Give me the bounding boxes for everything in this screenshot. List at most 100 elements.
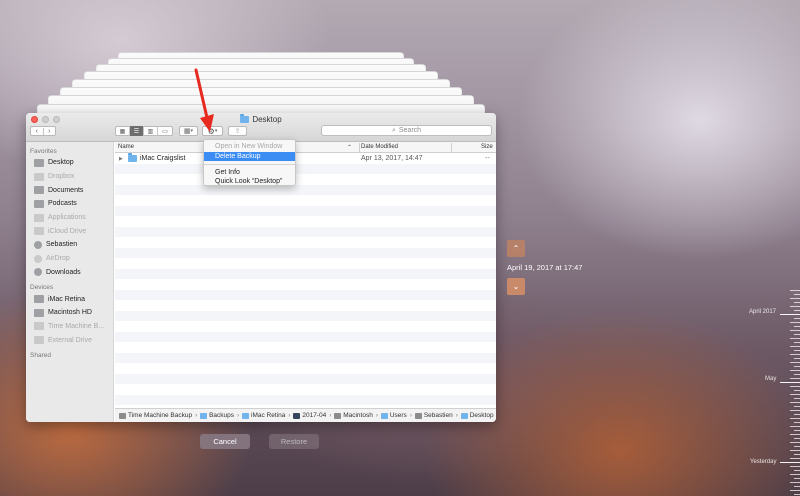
shared-heading: Shared (30, 351, 51, 359)
older-backup-button[interactable]: ⌃ (507, 240, 525, 257)
sidebar-item-sebastien[interactable]: Sebastien (26, 238, 113, 252)
sidebar-item-podcasts[interactable]: Podcasts (26, 197, 113, 211)
timeline-tick (790, 482, 800, 483)
sidebar-item-label: External Drive (48, 336, 92, 344)
annotation-arrow-icon (194, 68, 214, 132)
path-segment[interactable]: Backups (200, 412, 234, 419)
newer-backup-button[interactable]: ⌄ (507, 278, 525, 295)
sidebar-item-applications[interactable]: Applications (26, 211, 113, 225)
empty-row (115, 310, 496, 321)
cover-flow-icon[interactable]: ▭ (158, 126, 172, 136)
sidebar-item-label: AirDrop (46, 255, 70, 263)
path-segment[interactable]: Users (380, 412, 407, 419)
chevron-right-icon[interactable]: › (44, 128, 56, 135)
folder-icon (460, 412, 468, 419)
sidebar-item-icloud-drive[interactable]: iCloud Drive (26, 224, 113, 238)
sidebar-item-label: Dropbox (48, 173, 75, 181)
empty-row (115, 184, 496, 195)
timeline-label-april[interactable]: April 2017 (749, 309, 776, 315)
path-segment[interactable]: Macintosh (334, 412, 373, 419)
size-column-header[interactable]: Size (481, 144, 493, 150)
imac-icon (34, 295, 44, 304)
path-segment[interactable]: Desktop (460, 412, 494, 419)
sidebar-item-imac-retina[interactable]: iMac Retina (26, 292, 113, 306)
folder-icon (34, 199, 44, 208)
chevron-left-icon[interactable]: ‹ (31, 127, 44, 135)
menu-item-quick-look[interactable]: Quick Look “Desktop” (204, 177, 295, 187)
restore-button[interactable]: Restore (269, 434, 319, 449)
sidebar-item-label: Sebastien (46, 241, 78, 249)
timeline-tick (794, 294, 800, 295)
file-name: iMac Craigslist (140, 154, 186, 162)
menu-item-open-in-new-window: Open in New Window (215, 143, 283, 150)
favorites-heading: Favorites (30, 148, 57, 155)
path-segment-label: Macintosh (343, 412, 373, 419)
timeline-tick (790, 490, 800, 491)
empty-row (115, 247, 496, 258)
timeline-tick (790, 418, 800, 419)
menu-item-delete-backup[interactable]: Delete Backup (204, 151, 295, 161)
search-icon: ⌕ (391, 126, 396, 134)
sidebar: Favorites Desktop Dropbox Documents Podcast… (26, 142, 114, 422)
file-date: Apr 13, 2017, 14:47 (361, 154, 423, 162)
path-segment-label: Desktop (469, 412, 494, 419)
timeline-tick (790, 434, 800, 435)
timeline-tick (790, 442, 800, 443)
timeline-tick (794, 390, 800, 391)
timeline-tick (794, 310, 800, 311)
timeline-label-may[interactable]: May (765, 376, 776, 382)
sidebar-item-airdrop[interactable]: AirDrop (26, 252, 113, 266)
timeline-tick (790, 450, 800, 451)
sidebar-item-label: Macintosh HD (48, 309, 92, 317)
timeline-tick (790, 394, 800, 395)
name-column-header[interactable]: Name (118, 144, 134, 150)
sidebar-item-documents[interactable]: Documents (26, 183, 113, 197)
path-segment[interactable]: Sebastien (414, 412, 453, 419)
icon-view-icon[interactable]: ▦ (116, 126, 130, 136)
list-view-icon[interactable]: ☰ (130, 126, 144, 136)
cancel-button[interactable]: Cancel (200, 434, 250, 449)
column-header: Name ⌃ Date Modified Size (115, 142, 496, 153)
date-modified-column-header[interactable]: Date Modified (361, 144, 398, 150)
sidebar-item-label: Applications (48, 214, 86, 222)
back-forward-control: ‹ › (30, 126, 56, 136)
backup-timeline[interactable] (780, 290, 800, 496)
menu-separator (204, 164, 295, 165)
timeline-tick (780, 462, 800, 463)
path-segment-label: Time Machine Backup (128, 412, 193, 419)
timeline-tick (790, 354, 800, 355)
column-view-icon[interactable]: ▥ (144, 126, 158, 136)
view-mode-control: ▦ ☰ ▥ ▭ (115, 126, 173, 136)
timeline-label-yesterday[interactable]: Yesterday (750, 459, 776, 465)
path-segment[interactable]: 2017-04 (293, 412, 326, 419)
timeline-tick (794, 478, 800, 479)
empty-row (115, 258, 496, 269)
timeline-tick (794, 350, 800, 351)
hard-drive-icon (34, 308, 44, 317)
path-segment[interactable]: iMac Retina (242, 412, 285, 419)
timeline-tick (794, 326, 800, 327)
home-icon (34, 240, 42, 249)
sidebar-item-external-drive[interactable]: External Drive (26, 333, 113, 347)
sidebar-item-desktop[interactable]: Desktop (26, 156, 113, 170)
title-bar: Desktop ‹ › ▦ ☰ ▥ ▭ ▦ ▾ ⚙ ▾ ⇪ ⌕ Search (26, 113, 496, 142)
sidebar-item-time-machine-b[interactable]: Time Machine B... (26, 320, 113, 334)
sidebar-item-dropbox[interactable]: Dropbox (26, 170, 113, 184)
timeline-tick (794, 374, 800, 375)
empty-row (115, 268, 496, 279)
sidebar-item-macintosh-hd[interactable]: Macintosh HD (26, 306, 113, 320)
file-rows: ▶ iMac Craigslist Apr 13, 2017, 14:47 -- (115, 153, 496, 407)
timeline-tick (794, 454, 800, 455)
path-separator-icon: › (329, 412, 332, 419)
path-segment[interactable]: Time Machine Backup (119, 412, 192, 419)
disclosure-triangle-icon[interactable]: ▶ (119, 156, 123, 162)
chevron-down-icon: ⌄ (512, 282, 520, 291)
grid-icon: ▦ (183, 128, 191, 135)
table-row[interactable]: ▶ iMac Craigslist Apr 13, 2017, 14:47 -- (115, 153, 496, 164)
share-button[interactable]: ⇪ (228, 126, 247, 136)
search-field[interactable]: ⌕ Search (321, 125, 492, 136)
menu-item-get-info[interactable]: Get Info (204, 168, 295, 178)
path-segment-label: iMac Retina (251, 412, 286, 419)
sidebar-item-downloads[interactable]: Downloads (26, 266, 113, 280)
empty-row (115, 300, 496, 311)
